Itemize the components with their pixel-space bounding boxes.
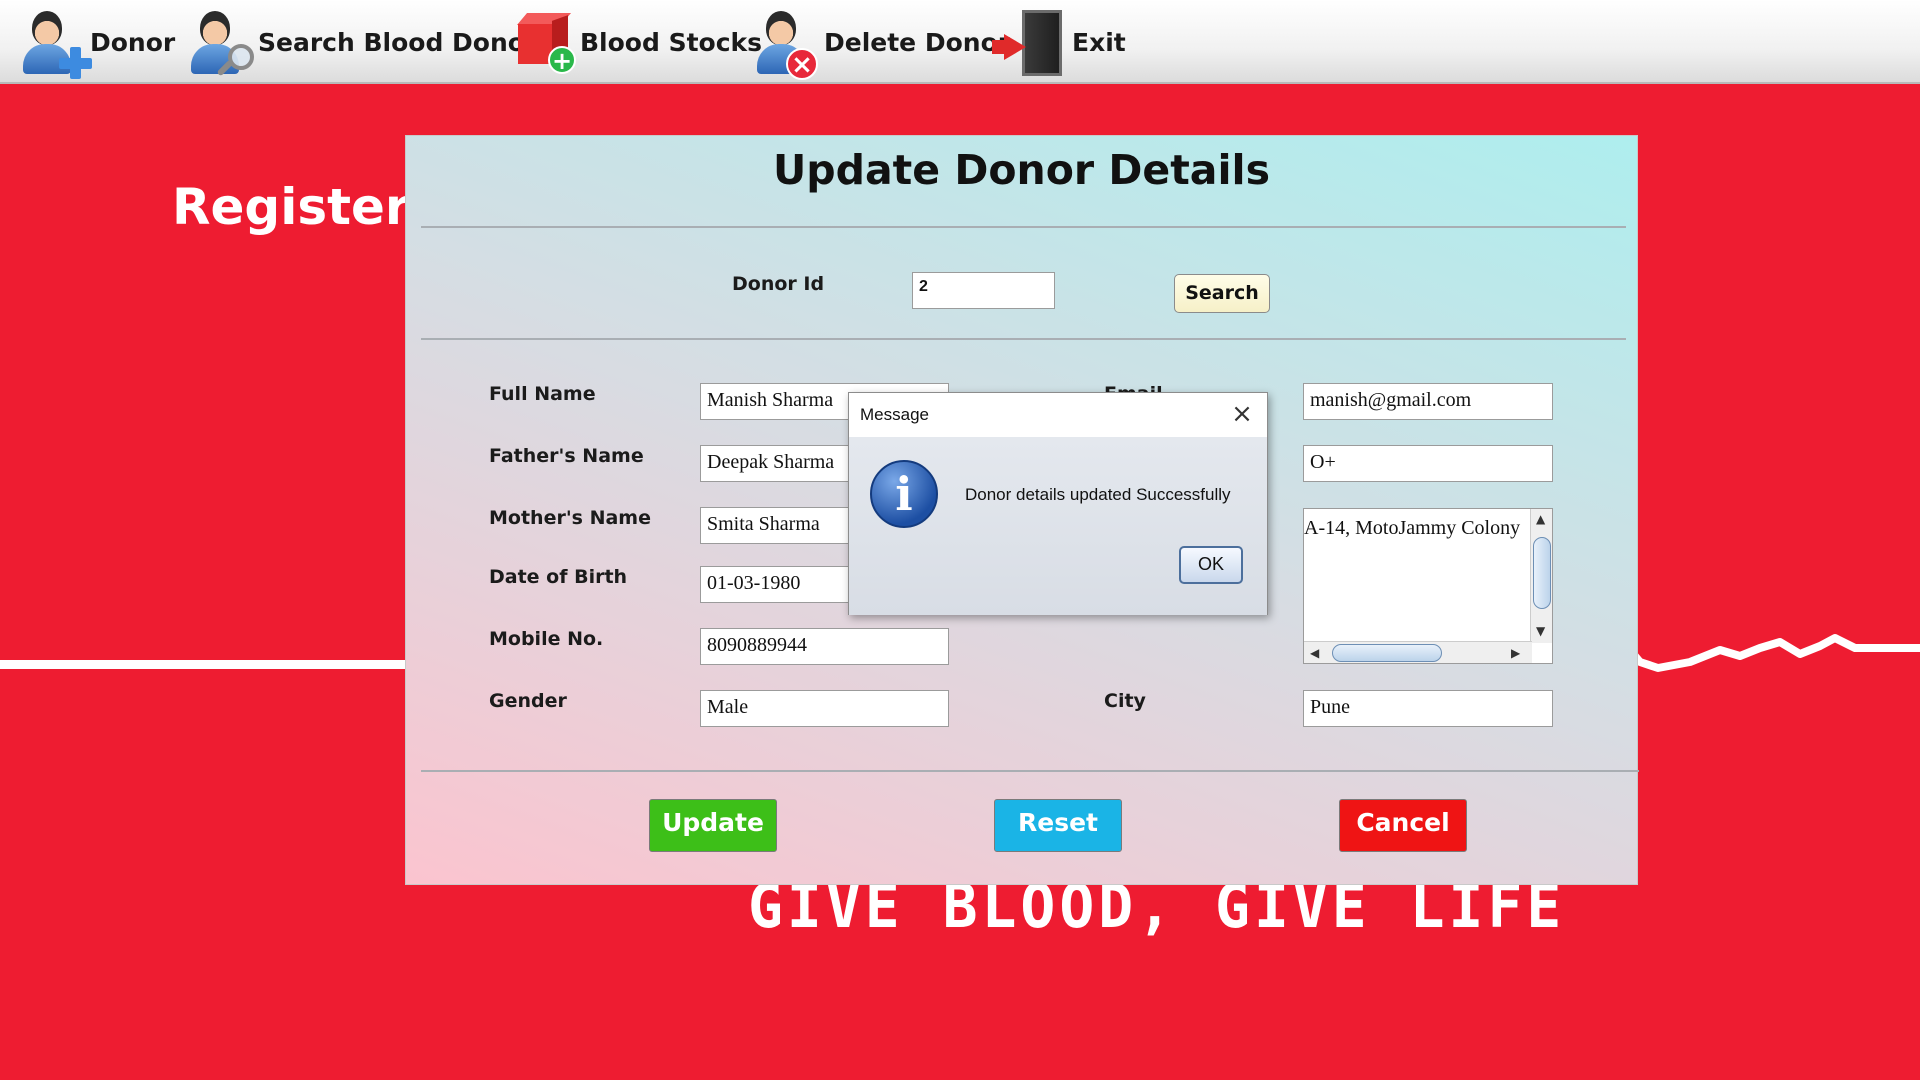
email-input[interactable]: manish@gmail.com [1303,383,1553,420]
buttons-divider [421,770,1639,772]
menu-exit-label: Exit [1072,27,1126,57]
dialog-title: Update Donor Details [772,146,1270,194]
address-vertical-scrollbar[interactable]: ▲ ▼ [1530,509,1552,643]
menu-delete-donor[interactable]: × Delete Donor [752,0,1010,84]
address-text: A-14, MotoJammy Colony [1304,517,1521,539]
menu-delete-donor-label: Delete Donor [824,27,1011,57]
search-donor-icon [186,2,256,82]
gender-label: Gender [489,690,567,712]
update-button[interactable]: Update [649,799,777,852]
message-dialog: Message × i Donor details updated Succes… [848,392,1268,615]
father-name-label: Father's Name [489,445,644,467]
vertical-scroll-thumb[interactable] [1533,537,1551,609]
donor-id-label: Donor Id [732,273,825,295]
donor-id-input[interactable]: 2 [912,272,1055,309]
message-titlebar: Message × [849,393,1267,437]
blood-group-input[interactable]: O+ [1303,445,1553,482]
search-button[interactable]: Search [1174,274,1270,313]
city-label: City [1104,690,1146,712]
menu-blood-stocks[interactable]: + Blood Stocks [508,0,762,84]
message-body: i Donor details updated Successfully OK [849,437,1267,615]
close-icon[interactable]: × [1227,399,1257,429]
menu-search-donor[interactable]: Search Blood Donor [186,0,537,84]
delete-donor-icon: × [752,2,822,82]
blood-stock-box-icon: + [508,2,578,82]
dob-label: Date of Birth [489,566,628,588]
add-donor-icon [18,2,92,82]
info-icon: i [870,460,938,528]
city-input[interactable]: Pune [1303,690,1553,727]
title-divider [421,226,1626,228]
menu-search-donor-label: Search Blood Donor [258,27,538,57]
scroll-up-arrow-icon[interactable]: ▲ [1536,513,1545,525]
mobile-input[interactable]: 8090889944 [700,628,949,665]
heartbeat-line-right [1630,634,1920,672]
horizontal-scroll-thumb[interactable] [1332,644,1442,662]
cancel-button[interactable]: Cancel [1339,799,1467,852]
address-textarea[interactable]: A-14, MotoJammy Colony ▲ ▼ ◀ ▶ [1303,508,1553,664]
gender-input[interactable]: Male [700,690,949,727]
menu-exit[interactable]: Exit [992,0,1126,84]
scroll-down-arrow-icon[interactable]: ▼ [1536,625,1545,637]
menu-donor-label: Donor [90,27,176,57]
menu-blood-stocks-label: Blood Stocks [580,27,763,57]
mother-name-label: Mother's Name [489,507,651,529]
menu-donor[interactable]: Donor [18,0,175,84]
search-divider [421,338,1626,340]
scroll-left-arrow-icon[interactable]: ◀ [1310,647,1319,659]
message-title: Message [860,405,929,424]
full-name-label: Full Name [489,383,596,405]
message-text: Donor details updated Successfully [965,485,1231,504]
reset-button[interactable]: Reset [994,799,1122,852]
scroll-right-arrow-icon[interactable]: ▶ [1511,647,1520,659]
heartbeat-line-left [0,660,410,669]
ok-button[interactable]: OK [1179,546,1243,584]
menu-bar: Donor Search Blood Donor + Blood Stocks … [0,0,1920,84]
address-horizontal-scrollbar[interactable]: ◀ ▶ [1304,641,1532,663]
mobile-label: Mobile No. [489,628,604,650]
exit-door-icon [992,2,1070,82]
